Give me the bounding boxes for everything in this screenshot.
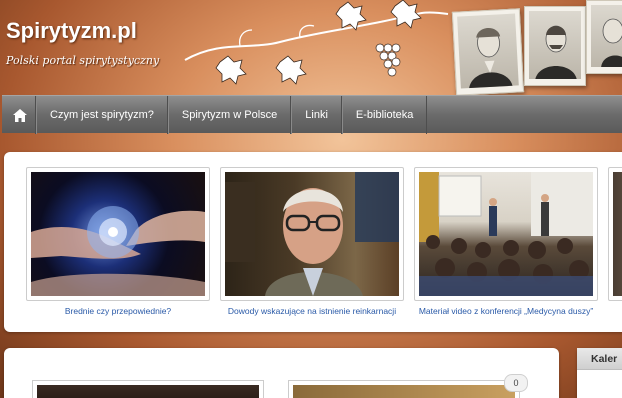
sidebar-box-title: Kaler	[577, 348, 622, 370]
nav-item-spirytyzm-w-polsce[interactable]: Spirytyzm w Polsce	[167, 96, 292, 134]
home-icon	[12, 108, 27, 122]
site-header: Spirytyzm.pl Polski portal spirytystyczn…	[0, 0, 622, 96]
main-navigation: Czym jest spirytyzm? Spirytyzm w Polsce …	[2, 95, 622, 134]
article-thumbnail[interactable]	[32, 380, 264, 398]
featured-slider: Brednie czy przepowiednie? Dowody wskazu…	[4, 152, 622, 332]
conference-audience-image	[419, 172, 593, 296]
slide-thumbnail[interactable]	[608, 167, 622, 301]
portrait-photo	[524, 6, 586, 86]
comment-count-badge[interactable]: 0	[504, 374, 528, 392]
portrait-photo	[451, 8, 525, 96]
articles-panel	[4, 348, 559, 398]
slide-thumbnail[interactable]	[26, 167, 210, 301]
slide-caption-link[interactable]: Materiał video z konferencji „Medycyna d…	[408, 306, 604, 316]
article-thumbnail[interactable]	[288, 380, 520, 398]
elderly-man-image	[225, 172, 399, 296]
crystal-ball-image	[31, 206, 205, 296]
slide-thumbnail[interactable]	[414, 167, 598, 301]
slide-caption-link[interactable]: Dowody wskazujące na istnienie reinkarna…	[220, 306, 404, 316]
portrait-photo	[586, 0, 622, 74]
nav-item-linki[interactable]: Linki	[291, 96, 342, 134]
home-button[interactable]	[4, 96, 36, 134]
portrait-photos	[451, 0, 622, 96]
sidebar-calendar-box: Kaler	[577, 348, 622, 398]
slide-caption-link[interactable]: Brednie czy przepowiednie?	[26, 306, 210, 316]
site-logo[interactable]: Spirytyzm.pl	[6, 18, 137, 44]
slide-thumbnail[interactable]	[220, 167, 404, 301]
nav-item-e-biblioteka[interactable]: E-biblioteka	[341, 96, 428, 134]
grapevine-decoration	[184, 0, 449, 85]
nav-item-czym-jest-spirytyzm[interactable]: Czym jest spirytyzm?	[36, 96, 168, 134]
site-tagline: Polski portal spirytystyczny	[6, 54, 160, 67]
